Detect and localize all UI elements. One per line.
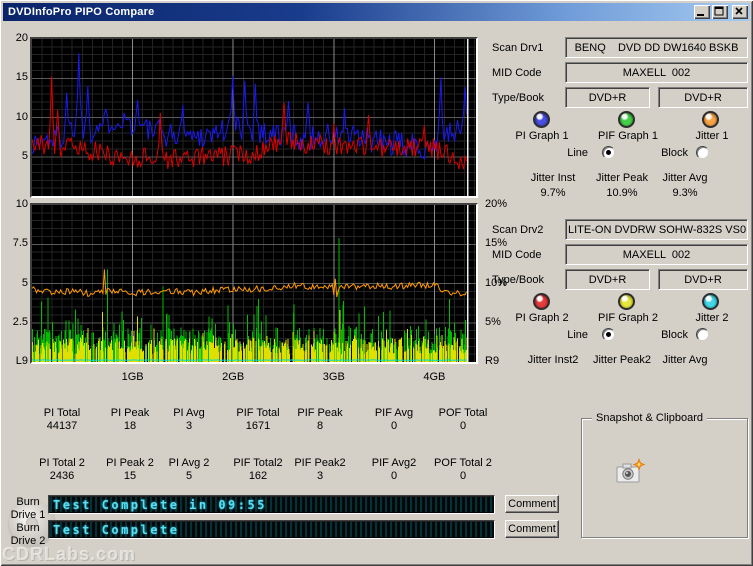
burn-drive2-display: Test Complete — [48, 520, 495, 539]
snapshot-camera-icon[interactable] — [615, 458, 645, 491]
y-axis-tick: 2.5 — [2, 316, 28, 328]
jitter1-label: Jitter 1 — [672, 130, 752, 142]
line2-radio[interactable] — [602, 328, 615, 341]
y-axis-tick: 10 — [2, 111, 28, 123]
x-axis-tick: 2GB — [217, 371, 249, 383]
comment1-button[interactable]: Comment — [505, 495, 559, 513]
pif-jitter-graph — [30, 203, 478, 364]
jitter2-led — [702, 293, 719, 310]
y-axis-corner-label: L9 — [2, 355, 28, 367]
book2-field: DVD+R — [658, 269, 748, 290]
y2-axis-tick: 5% — [485, 316, 519, 328]
scan-drv2-label: Scan Drv2 — [492, 224, 543, 236]
pif-graph1-label: PIF Graph 1 — [588, 130, 668, 142]
jitter-stat-label: Jitter Avg — [640, 172, 730, 184]
jitter2-label: Jitter 2 — [672, 312, 752, 324]
x-axis-tick: 4GB — [418, 371, 450, 383]
close-button[interactable] — [732, 5, 748, 19]
minimize-button[interactable] — [694, 5, 710, 19]
stat-value: 0 — [418, 470, 508, 482]
type-book1-label: Type/Book — [492, 92, 544, 104]
comment2-button[interactable]: Comment — [505, 520, 559, 538]
titlebar[interactable]: DVDInfoPro PIPO Compare — [3, 3, 750, 21]
y2-axis-tick: 10% — [485, 277, 519, 289]
y-axis-tick: 7.5 — [2, 237, 28, 249]
mid-code2-field: MAXELL 002 — [565, 244, 748, 265]
jitter-stat-value: 9.3% — [640, 187, 730, 199]
stat-value: 0 — [418, 420, 508, 432]
jitter-stat-label: Jitter Avg — [640, 354, 730, 366]
pi-graph1-led — [533, 111, 550, 128]
dvdinfopro-pipo-compare-window: DVDInfoPro PIPO Compare Scan Drv1 BENQ D… — [0, 0, 753, 566]
pif-jitter-chart — [32, 205, 476, 362]
type2-field: DVD+R — [565, 269, 650, 290]
y2-axis-tick: 20% — [485, 198, 519, 210]
burn-drive2-status: Test Complete — [53, 523, 179, 537]
snapshot-group-title: Snapshot & Clipboard — [592, 412, 707, 424]
y-axis-tick: 15 — [2, 71, 28, 83]
mid-code2-label: MID Code — [492, 249, 542, 261]
block2-label: Block — [656, 329, 688, 341]
line1-radio[interactable] — [602, 146, 615, 159]
scan-drv2-field: LITE-ON DVDRW SOHW-832S VS0 — [565, 219, 748, 240]
burn1-label-line2: Drive 1 — [6, 509, 50, 521]
stat-label: POF Total — [418, 407, 508, 419]
book1-field: DVD+R — [658, 87, 748, 108]
line2-label: Line — [548, 329, 588, 341]
x-axis-tick: 3GB — [318, 371, 350, 383]
line1-label: Line — [548, 147, 588, 159]
maximize-button[interactable] — [712, 5, 728, 19]
pi-compare-graph — [30, 37, 478, 198]
x-axis-tick: 1GB — [117, 371, 149, 383]
scan-drv1-field: BENQ DVD DD DW1640 BSKB — [565, 37, 748, 58]
y-axis-tick: 20 — [2, 32, 28, 44]
pif-graph1-led — [618, 111, 635, 128]
burn1-label-line1: Burn — [6, 496, 50, 508]
cdrlabs-watermark: CDRLabs.com — [2, 544, 136, 565]
mid-code1-field: MAXELL 002 — [565, 62, 748, 83]
burn2-label-line2: Drive 2 — [6, 535, 50, 547]
y-axis-tick: 5 — [2, 277, 28, 289]
burn-drive1-display: Test Complete in 09:55 — [48, 495, 495, 514]
y-axis-tick: 10 — [2, 198, 28, 210]
block1-label: Block — [656, 147, 688, 159]
block1-radio[interactable] — [696, 146, 709, 159]
block2-radio[interactable] — [696, 328, 709, 341]
type1-field: DVD+R — [565, 87, 650, 108]
y-axis-tick: 5 — [2, 150, 28, 162]
jitter1-led — [702, 111, 719, 128]
window-title: DVDInfoPro PIPO Compare — [3, 6, 154, 18]
stat-label: POF Total 2 — [418, 457, 508, 469]
pif-graph2-label: PIF Graph 2 — [588, 312, 668, 324]
pif-graph2-led — [618, 293, 635, 310]
burn2-label-line1: Burn — [6, 522, 50, 534]
mid-code1-label: MID Code — [492, 67, 542, 79]
snapshot-groupbox: Snapshot & Clipboard — [581, 418, 748, 538]
scan-drv1-label: Scan Drv1 — [492, 42, 543, 54]
pi-compare-chart — [32, 39, 476, 196]
y2-axis-tick: 15% — [485, 237, 519, 249]
pi-graph1-label: PI Graph 1 — [502, 130, 582, 142]
burn-drive1-status: Test Complete in 09:55 — [53, 498, 267, 512]
pi-graph2-led — [533, 293, 550, 310]
